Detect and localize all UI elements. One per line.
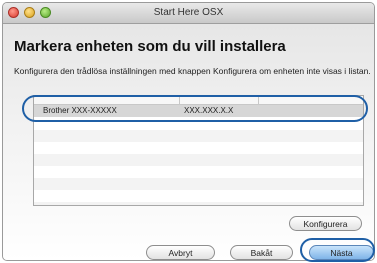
back-button[interactable]: Bakåt (230, 245, 293, 260)
page-title: Markera enheten som du vill installera (14, 38, 286, 55)
next-button-highlight (300, 238, 375, 262)
title-bar[interactable]: Start Here OSX (3, 3, 374, 24)
selected-device-highlight (22, 95, 368, 122)
installer-window: Start Here OSX Markera enheten som du vi… (2, 2, 375, 261)
instruction-text: Konfigurera den trådlösa inställningen m… (14, 66, 371, 76)
dialog-content: Markera enheten som du vill installera K… (3, 24, 374, 260)
device-list-empty-rows (34, 118, 363, 205)
configure-button[interactable]: Konfigurera (289, 216, 362, 231)
window-title: Start Here OSX (153, 7, 224, 18)
cancel-button[interactable]: Avbryt (146, 245, 215, 260)
